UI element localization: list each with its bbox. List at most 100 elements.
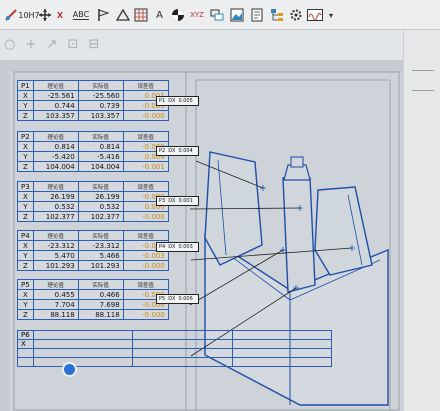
callout-name: P3: [159, 198, 166, 204]
axis-label: Z: [17, 309, 34, 320]
table-header-row: P2 理论值 实际值 误差值: [17, 131, 169, 142]
column-header: 实际值: [77, 279, 124, 290]
layers-icon[interactable]: [208, 4, 226, 26]
column-header: 理论值: [32, 230, 79, 241]
toolbar-icon-label: ABC: [72, 10, 90, 20]
column-header: 理论值: [32, 279, 79, 290]
toolbar-icon-label: A: [156, 9, 163, 21]
coordinate-value: -25.561: [32, 90, 79, 101]
table-row: X 0.814 0.814 -0.000: [17, 141, 169, 152]
callout-value: 0.003: [178, 244, 193, 250]
toolbar-icon-label: XYZ: [190, 11, 204, 19]
column-header: 误差值: [122, 230, 169, 241]
table-row: X -23.312 -23.312 -0.000: [17, 240, 169, 251]
deviation-value: -0.000: [122, 211, 169, 222]
callout-axis: DX: [168, 244, 176, 250]
coordinate-value: 0.744: [32, 100, 79, 111]
coordinate-value: 88.118: [77, 309, 124, 320]
table-header-row: P3 理论值 实际值 误差值: [17, 181, 169, 192]
coordinate-value: 88.118: [32, 309, 79, 320]
callout-value: 0.006: [178, 296, 193, 302]
deviation-value: -0.000: [122, 309, 169, 320]
coordinate-value: 0.814: [32, 141, 79, 152]
column-header: 理论值: [32, 131, 79, 142]
callout-name: P2: [159, 148, 166, 154]
coordinate-value: 104.004: [77, 161, 124, 172]
wave-icon[interactable]: [306, 4, 324, 26]
coordinate-value: -25.560: [77, 90, 124, 101]
callout-value: 0.001: [178, 198, 193, 204]
axis-label: Y: [17, 299, 34, 310]
deviation-value: -0.001: [122, 161, 169, 172]
toolbar-icon-label: ▾: [328, 10, 333, 20]
coordinate-value: 0.466: [77, 289, 124, 300]
coordinate-value: -5.420: [32, 151, 79, 162]
axis-label: X: [17, 141, 34, 152]
coordinate-value: 5.466: [77, 250, 124, 261]
deviation-callout: P4 DX 0.003: [156, 242, 199, 252]
column-header: 实际值: [77, 80, 124, 91]
callout-axis: DX: [168, 296, 176, 302]
coordinate-value: 102.377: [77, 211, 124, 222]
point-table-p6: P6 X: [17, 330, 333, 367]
coordinate-tool-icon[interactable]: 10H7: [18, 4, 39, 26]
table-row: Z 88.118 88.118 -0.000: [17, 309, 169, 320]
deviation-callout: P5 DX 0.006: [156, 294, 199, 304]
triangle-icon[interactable]: [114, 4, 131, 26]
table-row: Y 5.470 5.466 -0.003: [17, 250, 169, 261]
table-header-row: P1 理论值 实际值 误差值: [17, 80, 169, 91]
measure-tool-icon[interactable]: [2, 4, 19, 26]
xyz-icon[interactable]: XYZ: [188, 4, 206, 26]
document-icon[interactable]: [248, 4, 266, 26]
table-row: P6: [17, 330, 333, 340]
gear-icon[interactable]: [288, 4, 304, 26]
callout-value: 0.004: [178, 148, 193, 154]
point-label: P4: [17, 230, 34, 241]
table-row: Y 0.532 0.532 0.000: [17, 201, 169, 212]
coordinate-value: 26.199: [32, 191, 79, 202]
callout-name: P1: [159, 98, 166, 104]
toolbar-icon-label: X: [56, 10, 64, 20]
text-abc-icon[interactable]: ABC: [70, 4, 92, 26]
table-row: X 0.455 0.466 -0.000: [17, 289, 169, 300]
move-tool-icon[interactable]: [37, 4, 52, 26]
grid-icon[interactable]: [133, 4, 149, 26]
chevron-down-icon[interactable]: ▾: [326, 4, 336, 26]
panel-divider: [412, 90, 434, 91]
point-table-p5: P5 理论值 实际值 误差值 X 0.455 0.466 -0.000 Y 7.704 7.698-…: [17, 279, 169, 320]
tree-icon[interactable]: [268, 4, 286, 26]
coordinate-value: 7.704: [32, 299, 79, 310]
axis-x-icon[interactable]: X: [52, 4, 68, 26]
color-wheel-icon[interactable]: [170, 4, 186, 26]
axis-label: Z: [17, 211, 34, 222]
column-header: 误差值: [122, 80, 169, 91]
coordinate-value: 5.470: [32, 250, 79, 261]
secondary-toolbar: ○ + ↗ ⊡ ⊟: [0, 30, 440, 60]
image-icon[interactable]: [228, 4, 246, 26]
coordinate-value: 0.532: [77, 201, 124, 212]
table-row: Z 101.293 101.293 -0.000: [17, 260, 169, 271]
deviation-callout: P2 DX 0.004: [156, 146, 199, 156]
deviation-callout: P3 DX 0.001: [156, 196, 199, 206]
coordinate-value: 103.357: [77, 110, 124, 121]
callout-axis: DX: [168, 98, 176, 104]
axis-label: X: [17, 289, 34, 300]
table-row: X 26.199 26.199 -0.000: [17, 191, 169, 202]
coordinate-value: 101.293: [77, 260, 124, 271]
column-header: 实际值: [77, 230, 124, 241]
table-header-row: P4 理论值 实际值 误差值: [17, 230, 169, 241]
coordinate-value: 104.004: [32, 161, 79, 172]
column-header: 理论值: [32, 80, 79, 91]
angle-icon[interactable]: A: [151, 4, 168, 26]
table-row: X: [17, 339, 333, 349]
flag-icon[interactable]: [94, 4, 112, 26]
coordinate-value: 103.357: [32, 110, 79, 121]
touch-cursor-icon: [62, 362, 77, 377]
deviation-value: -0.000: [122, 110, 169, 121]
point-label: P3: [17, 181, 34, 192]
point-label: P5: [17, 279, 34, 290]
callout-axis: DX: [168, 198, 176, 204]
column-header: 误差值: [122, 131, 169, 142]
faded-toolbar-icons: ○ + ↗ ⊡ ⊟: [4, 37, 103, 52]
deviation-value: -0.000: [122, 260, 169, 271]
